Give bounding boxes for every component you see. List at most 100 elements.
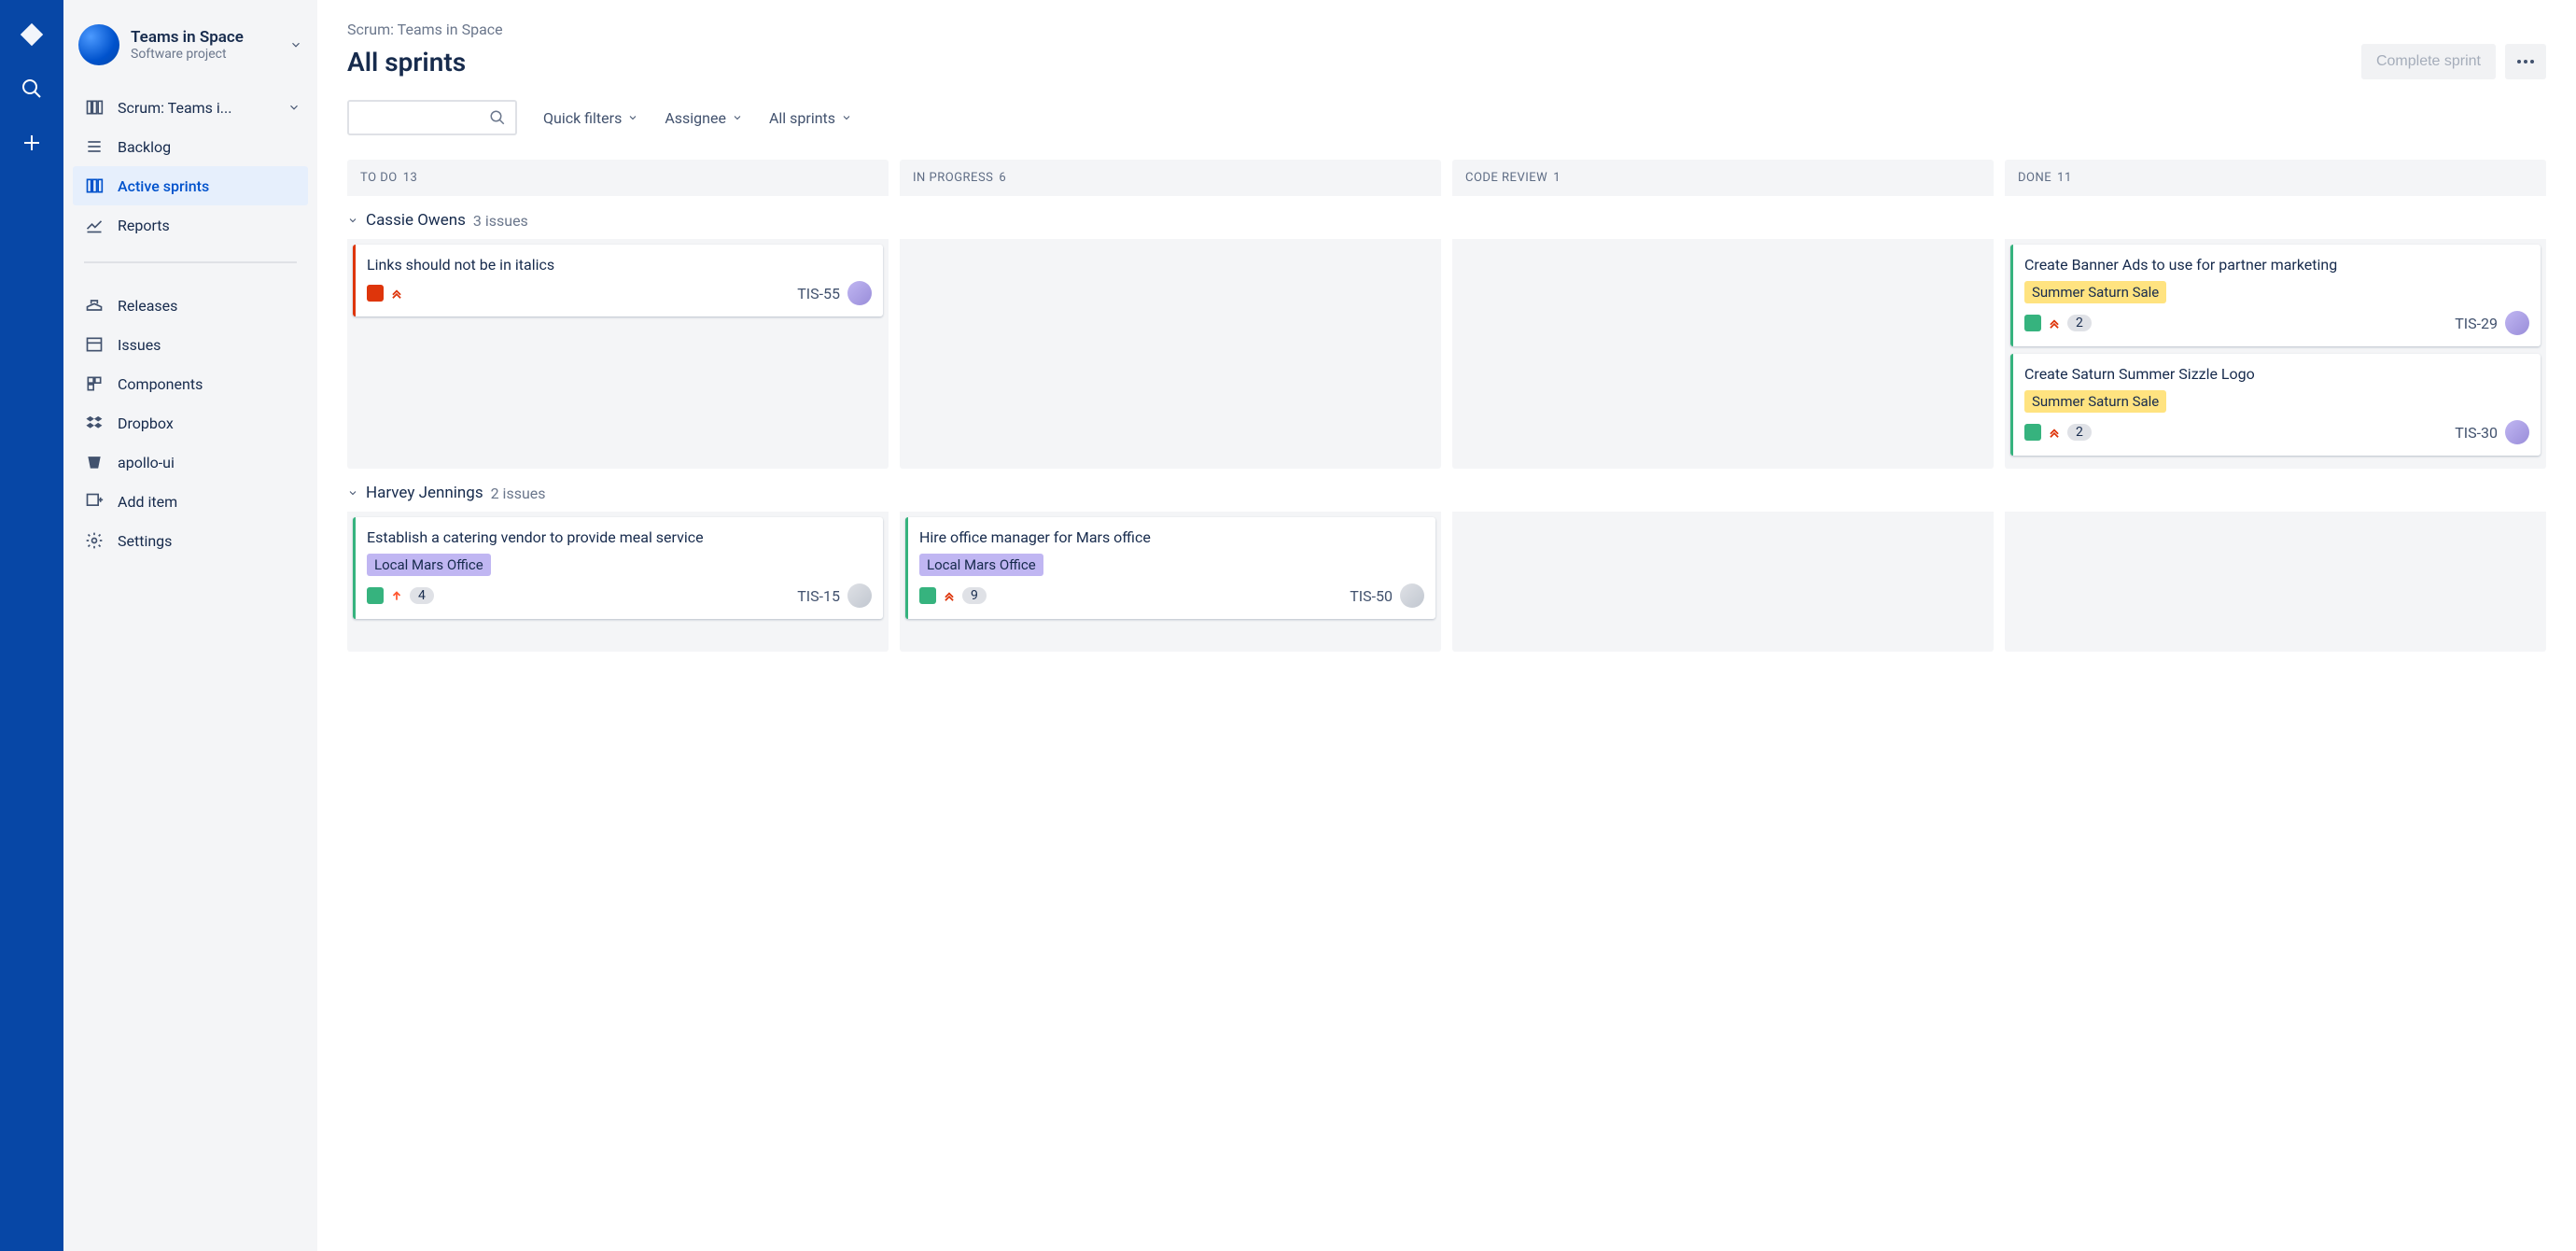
column-todo[interactable]: TO DO13 <box>347 160 889 196</box>
lane-col-code-review[interactable] <box>1452 512 1994 652</box>
sidebar-dropbox[interactable]: Dropbox <box>73 403 308 443</box>
story-icon <box>2024 424 2041 441</box>
board-icon <box>84 97 105 118</box>
breadcrumb[interactable]: Scrum: Teams in Space <box>347 21 2546 38</box>
column-headers: TO DO13 IN PROGRESS6 CODE REVIEW1 DONE11 <box>347 160 2546 196</box>
sidebar-add-item[interactable]: Add item <box>73 482 308 521</box>
lane-col-code-review[interactable] <box>1452 239 1994 469</box>
lane-col-todo[interactable]: Links should not be in italics TIS-55 <box>347 239 889 469</box>
board-icon <box>84 176 105 196</box>
backlog-icon <box>84 136 105 157</box>
project-sidebar: Teams in Space Software project Scrum: T… <box>63 0 317 1251</box>
nav-label: Backlog <box>118 138 171 156</box>
issue-card[interactable]: Create Banner Ads to use for partner mar… <box>2010 245 2541 346</box>
issue-card[interactable]: Links should not be in italics TIS-55 <box>353 245 883 316</box>
project-avatar <box>78 24 119 65</box>
quick-filters-dropdown[interactable]: Quick filters <box>543 109 638 127</box>
sidebar-issues[interactable]: Issues <box>73 325 308 364</box>
jira-logo-icon[interactable] <box>18 21 46 49</box>
nav-label: Settings <box>118 532 172 550</box>
sidebar-releases[interactable]: Releases <box>73 286 308 325</box>
nav-label: Releases <box>118 297 177 315</box>
sidebar-reports[interactable]: Reports <box>73 205 308 245</box>
priority-medium-icon <box>390 589 403 602</box>
lane-col-in-progress[interactable] <box>900 239 1441 469</box>
search-icon[interactable] <box>18 75 46 103</box>
card-label: Local Mars Office <box>367 554 491 576</box>
sidebar-divider <box>84 261 297 263</box>
dropbox-icon <box>84 413 105 433</box>
sidebar-settings[interactable]: Settings <box>73 521 308 560</box>
avatar <box>2505 311 2529 335</box>
priority-highest-icon <box>390 287 403 300</box>
issue-card[interactable]: Hire office manager for Mars office Loca… <box>905 517 1435 619</box>
scrum-label: Scrum: Teams i... <box>118 99 231 117</box>
swimlane-name: Harvey Jennings <box>366 484 483 502</box>
page-title: All sprints <box>347 47 466 77</box>
ship-icon <box>84 295 105 316</box>
component-icon <box>84 373 105 394</box>
card-label: Local Mars Office <box>919 554 1043 576</box>
complete-sprint-button[interactable]: Complete sprint <box>2361 44 2496 79</box>
story-points-badge: 4 <box>410 587 434 604</box>
issue-card[interactable]: Establish a catering vendor to provide m… <box>353 517 883 619</box>
lane-col-done[interactable]: Create Banner Ads to use for partner mar… <box>2005 239 2546 469</box>
priority-highest-icon <box>2048 426 2061 439</box>
sidebar-components[interactable]: Components <box>73 364 308 403</box>
scrum-board-selector[interactable]: Scrum: Teams i... <box>73 88 308 127</box>
search-input[interactable] <box>347 100 517 135</box>
story-icon <box>919 587 936 604</box>
card-label: Summer Saturn Sale <box>2024 390 2166 413</box>
nav-label: apollo-ui <box>118 454 175 471</box>
story-icon <box>2024 315 2041 331</box>
card-title: Links should not be in italics <box>367 256 872 274</box>
chevron-down-icon <box>289 38 302 51</box>
create-icon[interactable] <box>18 129 46 157</box>
swimlane-count: 2 issues <box>491 485 546 502</box>
dropdown-label: Assignee <box>665 109 726 127</box>
sidebar-backlog[interactable]: Backlog <box>73 127 308 166</box>
main-content: Scrum: Teams in Space All sprints Comple… <box>317 0 2576 1251</box>
assignee-dropdown[interactable]: Assignee <box>665 109 743 127</box>
lane-col-todo[interactable]: Establish a catering vendor to provide m… <box>347 512 889 652</box>
bug-icon <box>367 285 384 302</box>
story-points-badge: 9 <box>962 587 987 604</box>
column-in-progress[interactable]: IN PROGRESS6 <box>900 160 1441 196</box>
lane-col-in-progress[interactable]: Hire office manager for Mars office Loca… <box>900 512 1441 652</box>
card-key: TIS-50 <box>1350 587 1393 605</box>
card-key: TIS-30 <box>2455 424 2498 442</box>
nav-label: Reports <box>118 217 170 234</box>
all-sprints-dropdown[interactable]: All sprints <box>769 109 852 127</box>
column-done[interactable]: DONE11 <box>2005 160 2546 196</box>
add-icon <box>84 491 105 512</box>
chevron-down-icon <box>347 487 358 499</box>
card-title: Hire office manager for Mars office <box>919 528 1424 546</box>
issues-icon <box>84 334 105 355</box>
swimlane: Cassie Owens 3 issues Links should not b… <box>347 211 2546 469</box>
avatar <box>847 281 872 305</box>
card-key: TIS-29 <box>2455 315 2498 332</box>
bucket-icon <box>84 452 105 472</box>
global-nav <box>0 0 63 1251</box>
project-switcher[interactable]: Teams in Space Software project <box>73 19 308 82</box>
sidebar-apollo[interactable]: apollo-ui <box>73 443 308 482</box>
swimlane-header[interactable]: Cassie Owens 3 issues <box>347 211 2546 230</box>
nav-label: Active sprints <box>118 177 209 195</box>
dropdown-label: Quick filters <box>543 109 622 127</box>
dropdown-label: All sprints <box>769 109 835 127</box>
column-code-review[interactable]: CODE REVIEW1 <box>1452 160 1994 196</box>
nav-label: Add item <box>118 493 177 511</box>
avatar <box>2505 420 2529 444</box>
chevron-down-icon <box>287 101 301 114</box>
card-title: Create Banner Ads to use for partner mar… <box>2024 256 2529 274</box>
lane-col-done[interactable] <box>2005 512 2546 652</box>
swimlane-header[interactable]: Harvey Jennings 2 issues <box>347 484 2546 502</box>
chevron-down-icon <box>347 215 358 226</box>
sidebar-active-sprints[interactable]: Active sprints <box>73 166 308 205</box>
story-icon <box>367 587 384 604</box>
more-actions-button[interactable] <box>2505 44 2546 79</box>
card-label: Summer Saturn Sale <box>2024 281 2166 303</box>
issue-card[interactable]: Create Saturn Summer Sizzle Logo Summer … <box>2010 354 2541 456</box>
nav-label: Issues <box>118 336 161 354</box>
priority-highest-icon <box>2048 316 2061 330</box>
